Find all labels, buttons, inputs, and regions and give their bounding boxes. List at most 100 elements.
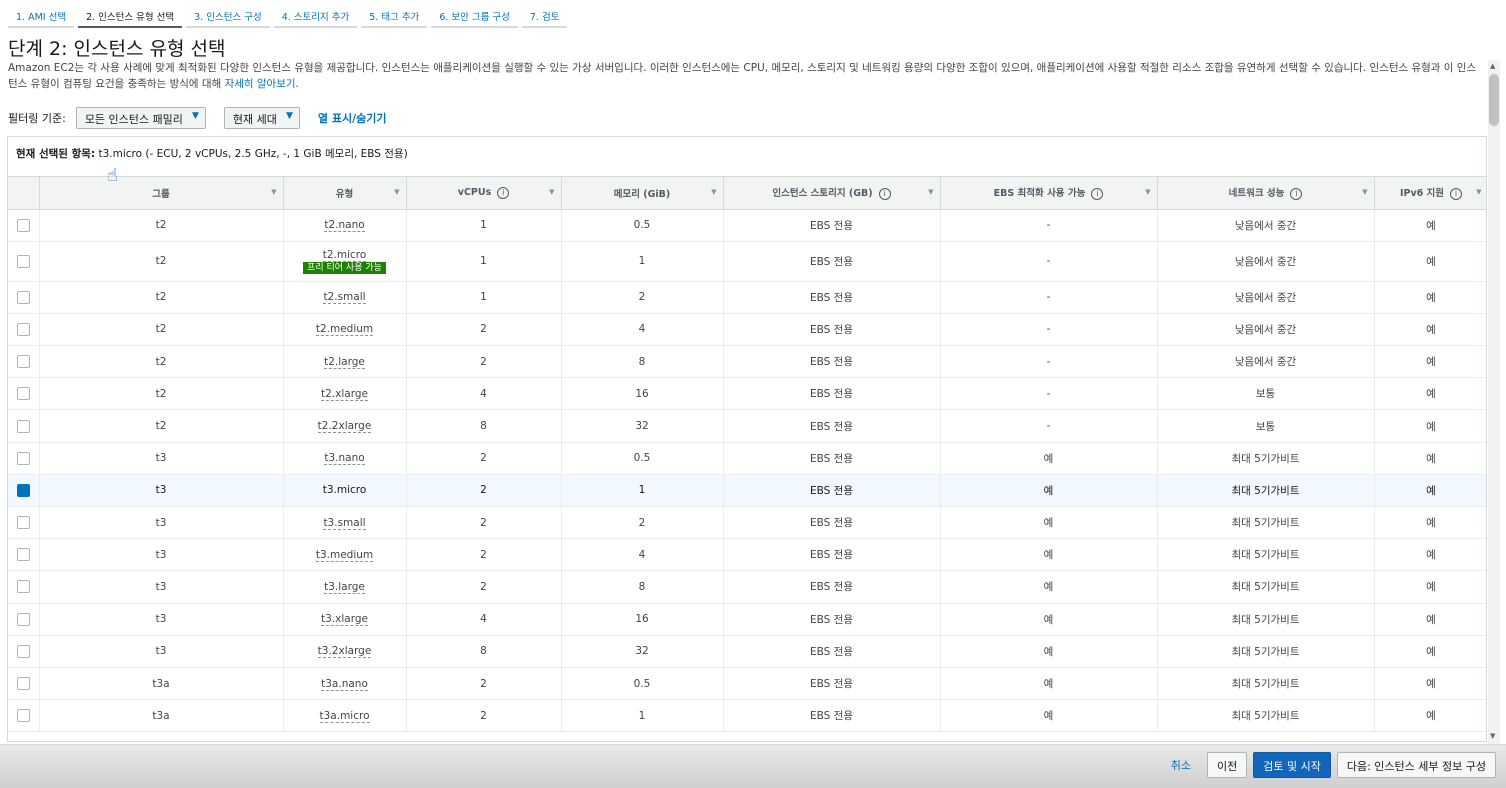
next-button[interactable]: 다음: 인스턴스 세부 정보 구성 bbox=[1336, 752, 1496, 778]
table-row[interactable]: t3 t3.micro 2 1 EBS 전용 예 최대 5기가비트 예 bbox=[8, 474, 1486, 508]
cell-type: t2.nano bbox=[283, 209, 407, 242]
cell-network: 보통 bbox=[1157, 377, 1375, 411]
row-checkbox[interactable] bbox=[16, 387, 30, 401]
tab-review[interactable]: 7. 검토 bbox=[521, 0, 568, 28]
scroll-down-icon[interactable]: ▼ bbox=[1490, 732, 1495, 740]
tab-configure-instance[interactable]: 3. 인스턴스 구성 bbox=[186, 0, 270, 28]
row-checkbox[interactable] bbox=[16, 644, 30, 658]
cell-vcpus: 4 bbox=[406, 603, 562, 636]
scrollbar-thumb[interactable] bbox=[1489, 74, 1499, 126]
table-row[interactable]: t2 t2.small 1 2 EBS 전용 - 낮음에서 중간 예 bbox=[8, 281, 1486, 314]
row-checkbox[interactable] bbox=[16, 677, 30, 691]
cell-ipv6: 예 bbox=[1374, 474, 1486, 508]
header-select bbox=[8, 177, 40, 210]
current-selection-value: t3.micro (- ECU, 2 vCPUs, 2.5 GHz, -, 1 … bbox=[98, 148, 408, 160]
filter-bar: 필터링 기준: 모든 인스턴스 패밀리 ▼ 현재 세대 ▼ 열 표시/숨기기 bbox=[8, 107, 386, 129]
info-icon[interactable]: i bbox=[497, 186, 510, 199]
hand-cursor-icon: ☝ bbox=[107, 165, 118, 186]
table-row[interactable]: t3a t3a.nano 2 0.5 EBS 전용 예 최대 5기가비트 예 bbox=[8, 667, 1486, 701]
learn-more-link[interactable]: 자세히 알아보기 bbox=[225, 78, 296, 90]
table-row[interactable]: t3 t3.nano 2 0.5 EBS 전용 예 최대 5기가비트 예 bbox=[8, 442, 1486, 475]
cell-storage: EBS 전용 bbox=[723, 474, 941, 508]
header-type[interactable]: 유형 ▼ bbox=[283, 177, 407, 210]
instance-family-select[interactable]: 모든 인스턴스 패밀리 ▼ bbox=[75, 107, 206, 129]
header-storage[interactable]: 인스턴스 스토리지 (GB) i ▼ bbox=[723, 177, 941, 210]
cancel-link[interactable]: 취소 bbox=[1171, 757, 1191, 773]
row-checkbox[interactable] bbox=[16, 355, 30, 369]
cell-storage: EBS 전용 bbox=[723, 635, 941, 668]
table-row[interactable]: t2 t2.2xlarge 8 32 EBS 전용 - 보통 예 bbox=[8, 409, 1486, 443]
row-checkbox[interactable] bbox=[16, 322, 30, 336]
cell-type: t3a.nano bbox=[283, 667, 407, 701]
cell-network: 최대 5기가비트 bbox=[1157, 570, 1375, 604]
row-checkbox[interactable] bbox=[16, 548, 30, 562]
cell-storage: EBS 전용 bbox=[723, 699, 941, 733]
row-select-cell bbox=[8, 538, 40, 572]
tab-ami[interactable]: 1. AMI 선택 bbox=[8, 0, 75, 28]
info-icon[interactable]: i bbox=[1450, 188, 1463, 201]
table-row[interactable]: t3 t3.2xlarge 8 32 EBS 전용 예 최대 5기가비트 예 bbox=[8, 635, 1486, 668]
cell-type: t3.large bbox=[283, 570, 407, 604]
table-row[interactable]: t2 t2.nano 1 0.5 EBS 전용 - 낮음에서 중간 예 bbox=[8, 209, 1486, 242]
header-vcpus[interactable]: vCPUs i ▼ bbox=[406, 177, 562, 210]
table-row[interactable]: t3a t3a.micro 2 1 EBS 전용 예 최대 5기가비트 예 bbox=[8, 699, 1486, 733]
review-launch-button[interactable]: 검토 및 시작 bbox=[1253, 752, 1331, 778]
cell-type: t3.nano bbox=[283, 442, 407, 475]
row-checkbox[interactable] bbox=[16, 516, 30, 530]
table-row[interactable]: t3 t3.xlarge 4 16 EBS 전용 예 최대 5기가비트 예 bbox=[8, 603, 1486, 636]
cell-storage: EBS 전용 bbox=[723, 209, 941, 242]
table-row[interactable]: t2 t2.micro 프리 티어 사용 가능 1 1 EBS 전용 - 낮음에서 중간 예 bbox=[8, 241, 1486, 282]
table-row[interactable]: t3 t3.small 2 2 EBS 전용 예 최대 5기가비트 예 bbox=[8, 506, 1486, 540]
header-ipv6[interactable]: IPv6 지원 i ▼ bbox=[1374, 177, 1486, 210]
scroll-up-icon[interactable]: ▲ bbox=[1490, 62, 1495, 70]
chevron-down-icon: ▼ bbox=[191, 111, 199, 121]
cell-vcpus: 1 bbox=[406, 241, 562, 282]
toggle-columns-link[interactable]: 열 표시/숨기기 bbox=[318, 110, 387, 126]
tab-add-tags[interactable]: 5. 태그 추가 bbox=[361, 0, 428, 28]
page-scrollbar[interactable] bbox=[1488, 60, 1500, 744]
free-tier-badge: 프리 티어 사용 가능 bbox=[303, 261, 386, 274]
cell-vcpus: 1 bbox=[406, 281, 562, 314]
row-checkbox[interactable] bbox=[16, 218, 30, 232]
instance-family-value: 모든 인스턴스 패밀리 bbox=[84, 113, 183, 126]
cell-ipv6: 예 bbox=[1374, 209, 1486, 242]
row-checkbox[interactable] bbox=[16, 419, 30, 433]
cell-storage: EBS 전용 bbox=[723, 570, 941, 604]
cell-vcpus: 4 bbox=[406, 377, 562, 411]
cell-type: t2.2xlarge bbox=[283, 409, 407, 443]
cell-memory: 4 bbox=[561, 313, 724, 347]
header-group[interactable]: 그룹 ▼ bbox=[39, 177, 284, 210]
row-select-cell bbox=[8, 570, 40, 604]
previous-button[interactable]: 이전 bbox=[1207, 752, 1248, 778]
row-checkbox[interactable] bbox=[16, 483, 30, 497]
generation-select[interactable]: 현재 세대 ▼ bbox=[223, 107, 300, 129]
tab-security-group[interactable]: 6. 보안 그룹 구성 bbox=[431, 0, 518, 28]
cell-ebs: - bbox=[940, 281, 1158, 314]
instance-type-label: t3a.nano bbox=[321, 677, 368, 691]
row-checkbox[interactable] bbox=[16, 580, 30, 594]
row-select-cell bbox=[8, 313, 40, 347]
table-row[interactable]: t2 t2.large 2 8 EBS 전용 - 낮음에서 중간 예 bbox=[8, 345, 1486, 379]
tab-instance-type[interactable]: 2. 인스턴스 유형 선택 bbox=[78, 0, 183, 28]
tab-add-storage[interactable]: 4. 스토리지 추가 bbox=[273, 0, 358, 28]
cell-group: t2 bbox=[39, 409, 284, 443]
row-select-cell bbox=[8, 281, 40, 314]
table-row[interactable]: t3 t3.medium 2 4 EBS 전용 예 최대 5기가비트 예 bbox=[8, 538, 1486, 572]
cell-storage: EBS 전용 bbox=[723, 603, 941, 636]
table-row[interactable]: t2 t2.medium 2 4 EBS 전용 - 낮음에서 중간 예 bbox=[8, 313, 1486, 347]
info-icon[interactable]: i bbox=[878, 188, 891, 201]
row-checkbox[interactable] bbox=[16, 451, 30, 465]
row-checkbox[interactable] bbox=[16, 290, 30, 304]
table-row[interactable]: t3 t3.large 2 8 EBS 전용 예 최대 5기가비트 예 bbox=[8, 570, 1486, 604]
header-ebs[interactable]: EBS 최적화 사용 가능 i ▼ bbox=[940, 177, 1158, 210]
table-row[interactable]: t2 t2.xlarge 4 16 EBS 전용 - 보통 예 bbox=[8, 377, 1486, 411]
info-icon[interactable]: i bbox=[1290, 188, 1303, 201]
row-checkbox[interactable] bbox=[16, 254, 30, 268]
cell-storage: EBS 전용 bbox=[723, 667, 941, 701]
header-memory[interactable]: 메모리 (GiB) ▼ bbox=[561, 177, 724, 210]
header-network[interactable]: 네트워크 성능 i ▼ bbox=[1157, 177, 1375, 210]
cell-storage: EBS 전용 bbox=[723, 241, 941, 282]
info-icon[interactable]: i bbox=[1091, 188, 1104, 201]
row-checkbox[interactable] bbox=[16, 612, 30, 626]
row-checkbox[interactable] bbox=[16, 709, 30, 723]
